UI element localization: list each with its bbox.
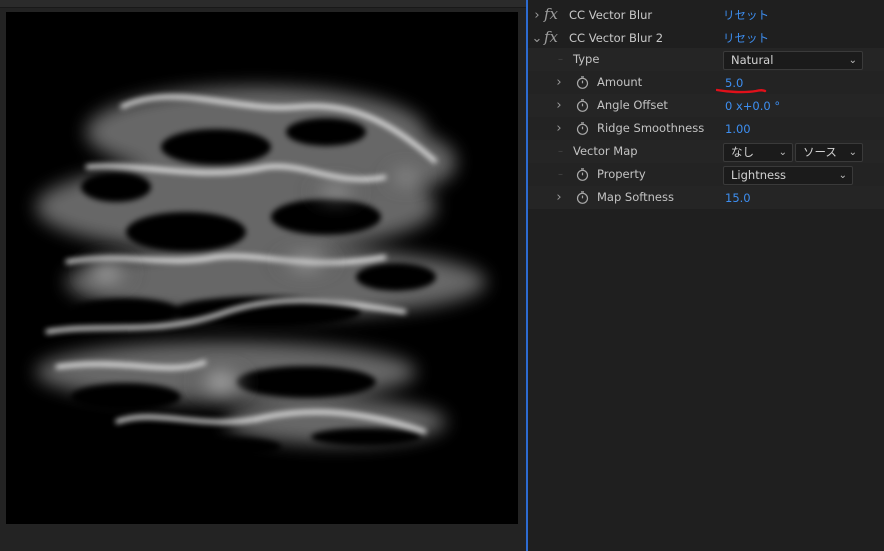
viewer-tab-bar — [0, 0, 526, 8]
property-row-map-softness: › Map Softness 15.0 — [528, 186, 884, 209]
chevron-right-icon[interactable]: › — [531, 4, 543, 27]
composition-canvas[interactable] — [6, 12, 518, 524]
property-label: Map Softness — [597, 190, 674, 204]
tree-line: – — [558, 146, 563, 157]
fx-icon[interactable]: fx — [544, 27, 558, 50]
property-row-vector-map: – Vector Map なし ⌄ ソース ⌄ — [528, 140, 884, 163]
tree-line: – — [558, 54, 563, 65]
ridge-smoothness-value[interactable]: 1.00 — [725, 117, 751, 140]
angle-offset-value[interactable]: 0 x+0.0 ° — [725, 94, 780, 117]
property-row-property: – Property Lightness ⌄ — [528, 163, 884, 186]
blurred-noise-preview — [6, 12, 518, 524]
red-underline-annotation — [716, 88, 767, 94]
composition-viewer — [0, 0, 526, 551]
effect-name: CC Vector Blur — [569, 8, 653, 22]
property-label: Vector Map — [573, 144, 638, 158]
property-label: Property — [597, 167, 646, 181]
property-dropdown[interactable]: Lightness ⌄ — [723, 166, 853, 185]
chevron-down-icon: ⌄ — [848, 147, 857, 158]
chevron-down-icon: ⌄ — [838, 170, 847, 181]
property-row-type: – Type Natural ⌄ — [528, 48, 884, 71]
map-softness-value[interactable]: 15.0 — [725, 186, 751, 209]
dropdown-value: Natural — [731, 53, 774, 67]
stopwatch-icon[interactable] — [576, 168, 589, 181]
dropdown-value: ソース — [803, 145, 837, 159]
reset-link[interactable]: リセット — [723, 4, 769, 27]
chevron-right-icon[interactable]: › — [553, 71, 565, 94]
chevron-down-icon: ⌄ — [778, 147, 787, 158]
property-row-amount: › Amount 5.0 — [528, 71, 884, 94]
dropdown-value: なし — [731, 145, 754, 159]
property-label: Amount — [597, 75, 643, 89]
dropdown-value: Lightness — [731, 168, 787, 182]
reset-link[interactable]: リセット — [723, 27, 769, 50]
chevron-down-icon: ⌄ — [848, 55, 857, 66]
vector-map-source-dropdown[interactable]: ソース ⌄ — [795, 143, 863, 162]
effect-name: CC Vector Blur 2 — [569, 31, 664, 45]
chevron-right-icon[interactable]: › — [553, 186, 565, 209]
stopwatch-icon[interactable] — [576, 191, 589, 204]
stopwatch-icon[interactable] — [576, 99, 589, 112]
type-dropdown[interactable]: Natural ⌄ — [723, 51, 863, 70]
property-label: Ridge Smoothness — [597, 121, 705, 135]
tree-line: – — [558, 169, 563, 180]
effect-header-cc-vector-blur[interactable]: › fx CC Vector Blur リセット — [528, 4, 884, 27]
stopwatch-icon[interactable] — [576, 76, 589, 89]
fx-icon[interactable]: fx — [544, 4, 558, 27]
chevron-down-icon[interactable]: ⌄ — [531, 27, 543, 50]
vector-map-layer-dropdown[interactable]: なし ⌄ — [723, 143, 793, 162]
effect-controls-panel: › fx CC Vector Blur リセット ⌄ fx CC Vector … — [528, 0, 884, 551]
property-label: Angle Offset — [597, 98, 668, 112]
chevron-right-icon[interactable]: › — [553, 117, 565, 140]
effect-header-cc-vector-blur-2[interactable]: ⌄ fx CC Vector Blur 2 リセット — [528, 27, 884, 50]
chevron-right-icon[interactable]: › — [553, 94, 565, 117]
property-label: Type — [573, 52, 600, 66]
stopwatch-icon[interactable] — [576, 122, 589, 135]
property-row-ridge-smoothness: › Ridge Smoothness 1.00 — [528, 117, 884, 140]
property-row-angle-offset: › Angle Offset 0 x+0.0 ° — [528, 94, 884, 117]
